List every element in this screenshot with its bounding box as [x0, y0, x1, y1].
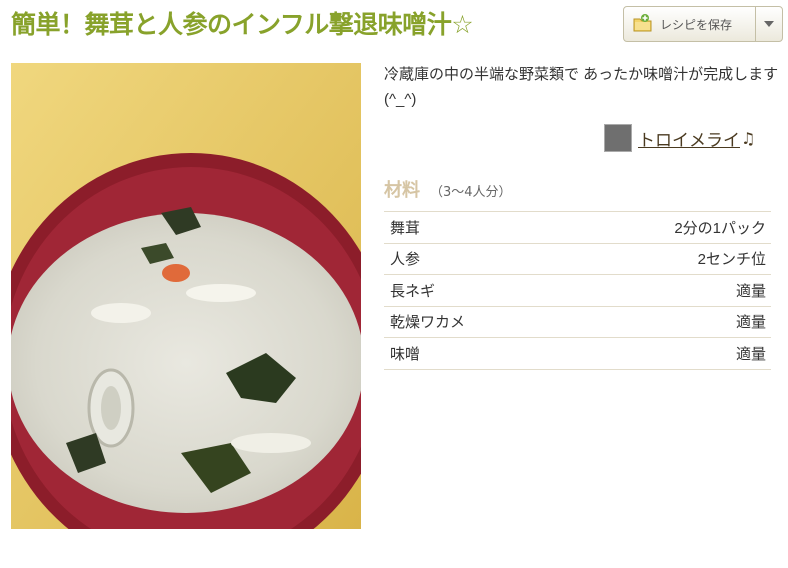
- recipe-photo[interactable]: [11, 63, 361, 529]
- ingredient-amount: 適量: [735, 282, 766, 300]
- music-note-icon: ♫: [741, 128, 756, 148]
- ingredients-list: 舞茸 2分の1パック 人参 2センチ位 長ネギ 適量 乾燥ワカメ 適量 味噌 適…: [384, 211, 771, 370]
- ingredient-name: 人参: [390, 251, 421, 269]
- ingredient-row: 舞茸 2分の1パック: [384, 212, 771, 244]
- ingredient-name: 乾燥ワカメ: [390, 314, 466, 332]
- ingredient-row: 長ネギ 適量: [384, 275, 771, 307]
- ingredient-name: 長ネギ: [390, 282, 436, 300]
- ingredient-amount: 適量: [735, 314, 766, 332]
- recipe-page: 簡単！舞茸と人参のインフル撃退味噌汁☆ レシピを保存 冷蔵庫の中の半端な野菜類で…: [0, 0, 788, 568]
- ingredient-name: 味噌: [390, 345, 421, 363]
- author-avatar: [604, 124, 632, 152]
- ingredient-name: 舞茸: [390, 219, 421, 237]
- author-link[interactable]: トロイメライ ♫: [604, 124, 755, 152]
- servings-label: （3〜4人分）: [430, 185, 512, 200]
- recipe-description: 冷蔵庫の中の半端な野菜類で あったか味噌汁が完成します(^_^): [384, 66, 779, 108]
- author-name[interactable]: トロイメライ: [638, 126, 740, 151]
- save-options-dropdown[interactable]: [755, 7, 782, 41]
- save-recipe-label: レシピを保存: [660, 17, 733, 32]
- ingredient-amount: 2センチ位: [697, 251, 766, 269]
- save-recipe-button[interactable]: レシピを保存: [624, 7, 755, 41]
- ingredients-header: 材料 （3〜4人分）: [384, 176, 512, 202]
- recipe-title: 簡単！舞茸と人参のインフル撃退味噌汁☆: [11, 10, 474, 39]
- folder-add-icon: [632, 13, 654, 35]
- ingredient-row: 人参 2センチ位: [384, 244, 771, 275]
- chevron-down-icon: [764, 21, 774, 27]
- ingredient-amount: 2分の1パック: [674, 219, 766, 237]
- ingredient-amount: 適量: [735, 345, 766, 363]
- ingredient-row: 味噌 適量: [384, 338, 771, 370]
- ingredient-row: 乾燥ワカメ 適量: [384, 307, 771, 338]
- save-recipe-group: レシピを保存: [623, 6, 783, 42]
- ingredients-heading: 材料: [384, 180, 420, 201]
